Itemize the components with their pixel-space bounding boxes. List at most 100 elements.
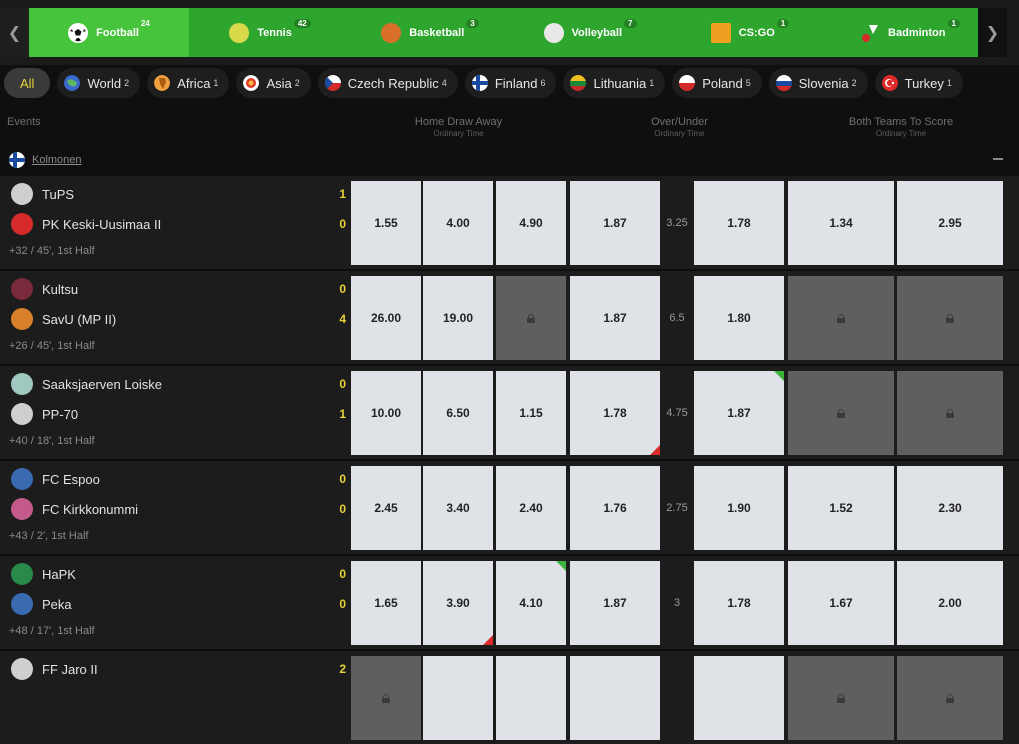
odds-button[interactable]: 26.00 bbox=[351, 276, 421, 360]
odds-button[interactable] bbox=[423, 656, 493, 740]
filter-chip-czech-republic[interactable]: Czech Republic 4 bbox=[317, 68, 458, 98]
scroll-left-arrow-icon[interactable]: ❮ bbox=[0, 8, 29, 57]
odds-button[interactable]: 1.78 bbox=[570, 371, 660, 455]
team-logo-icon bbox=[11, 213, 33, 235]
odds-button[interactable]: 1.67 bbox=[788, 561, 894, 645]
odds-button[interactable]: 6.50 bbox=[423, 371, 493, 455]
score: 0 bbox=[339, 377, 346, 391]
basketball-icon bbox=[381, 22, 402, 43]
odds-value: 1.15 bbox=[519, 406, 543, 420]
sport-count-badge: 24 bbox=[140, 19, 150, 28]
match-status: +43 / 2', 1st Half bbox=[9, 530, 89, 542]
odds-button[interactable]: 2.40 bbox=[496, 466, 566, 550]
odds-value: 1.52 bbox=[829, 501, 853, 515]
odds-button[interactable]: 1.87 bbox=[570, 276, 660, 360]
odds-button[interactable]: 1.87 bbox=[570, 181, 660, 265]
odds-value: 2.95 bbox=[938, 216, 962, 230]
odds-decrease-indicator bbox=[483, 635, 493, 645]
over-under-line: 3.25 bbox=[666, 217, 688, 229]
filter-chip-finland[interactable]: Finland 6 bbox=[464, 68, 557, 98]
odds-button[interactable] bbox=[496, 656, 566, 740]
odds-value: 4.00 bbox=[446, 216, 470, 230]
sport-tab-basketball[interactable]: Basketball 3 bbox=[351, 8, 509, 57]
odds-button[interactable]: 1.15 bbox=[496, 371, 566, 455]
odds-button[interactable]: 1.90 bbox=[694, 466, 784, 550]
odds-button[interactable]: 1.80 bbox=[694, 276, 784, 360]
sport-tab-label: Badminton bbox=[888, 26, 946, 39]
odds-button[interactable]: 1.55 bbox=[351, 181, 421, 265]
sport-tab-football[interactable]: Football 24 bbox=[29, 8, 189, 57]
team-name-label: Peka bbox=[42, 596, 72, 612]
odds-value: 6.50 bbox=[446, 406, 470, 420]
filter-chip-label: Czech Republic bbox=[347, 75, 439, 91]
odds-button[interactable]: 3.40 bbox=[423, 466, 493, 550]
odds-button[interactable]: 1.78 bbox=[694, 561, 784, 645]
team-name-label: HaPK bbox=[42, 566, 76, 582]
odds-button[interactable]: 2.45 bbox=[351, 466, 421, 550]
odds-button[interactable]: 1.76 bbox=[570, 466, 660, 550]
cz-flag-icon bbox=[324, 75, 341, 91]
scroll-right-arrow-icon[interactable]: ❯ bbox=[978, 8, 1007, 57]
event-row[interactable]: HaPK Peka 0 0 +48 / 17', 1st Half 1.65 3.90 4.1… bbox=[0, 554, 1019, 649]
odds-value: 10.00 bbox=[370, 406, 402, 420]
odds-button[interactable]: 1.87 bbox=[570, 561, 660, 645]
lock-icon bbox=[837, 313, 845, 323]
odds-button[interactable]: 4.10 bbox=[496, 561, 566, 645]
odds-button[interactable] bbox=[351, 656, 421, 740]
score: 0 bbox=[339, 282, 346, 296]
event-row[interactable]: Kultsu SavU (MP II) 0 4 +26 / 45', 1st Half 2… bbox=[0, 269, 1019, 364]
league-name-link[interactable]: Kolmonen bbox=[32, 154, 82, 166]
sport-tab-csgo[interactable]: CS:GO 1 bbox=[671, 8, 829, 57]
filter-chip-slovenia[interactable]: Slovenia 2 bbox=[768, 68, 868, 98]
odds-button[interactable]: 1.34 bbox=[788, 181, 894, 265]
sport-count-badge: 1 bbox=[776, 19, 790, 28]
sport-tab-volleyball[interactable]: Volleyball 7 bbox=[511, 8, 669, 57]
filter-chip-poland[interactable]: Poland 5 bbox=[672, 68, 762, 98]
sport-tab-tennis[interactable]: Tennis 42 bbox=[191, 8, 349, 57]
sport-tab-badminton[interactable]: Badminton 1 bbox=[831, 8, 989, 57]
filter-chip-count: 4 bbox=[441, 78, 447, 88]
odds-button[interactable]: 1.87 bbox=[694, 371, 784, 455]
odds-button[interactable]: 4.00 bbox=[423, 181, 493, 265]
sport-tab-label: Football bbox=[96, 26, 139, 39]
filter-chip-lithuania[interactable]: Lithuania 1 bbox=[563, 68, 666, 98]
team-logo-icon bbox=[11, 658, 33, 680]
filter-chip-africa[interactable]: Africa 1 bbox=[147, 68, 230, 98]
odds-button[interactable]: 2.00 bbox=[897, 561, 1003, 645]
event-row[interactable]: TuPS PK Keski-Uusimaa II 1 0 +32 / 45', 1st … bbox=[0, 174, 1019, 269]
odds-button[interactable] bbox=[496, 276, 566, 360]
team-logo-icon bbox=[11, 183, 33, 205]
odds-button[interactable]: 10.00 bbox=[351, 371, 421, 455]
match-status: +26 / 45', 1st Half bbox=[9, 340, 95, 352]
event-row[interactable]: FC Espoo FC Kirkkonummi 0 0 +43 / 2', 1st Ha… bbox=[0, 459, 1019, 554]
odds-button[interactable] bbox=[897, 276, 1003, 360]
odds-button[interactable]: 3.90 bbox=[423, 561, 493, 645]
filter-chip-all[interactable]: All bbox=[4, 68, 51, 98]
odds-button[interactable] bbox=[788, 371, 894, 455]
sport-tab-label: CS:GO bbox=[738, 26, 775, 39]
odds-button[interactable]: 1.78 bbox=[694, 181, 784, 265]
odds-button[interactable]: 2.30 bbox=[897, 466, 1003, 550]
team-logo-icon bbox=[11, 308, 33, 330]
filter-chip-asia[interactable]: Asia 2 bbox=[236, 68, 311, 98]
event-row[interactable]: Saaksjaerven Loiske PP-70 0 1 +40 / 18', 1st… bbox=[0, 364, 1019, 459]
filter-chip-count: 2 bbox=[294, 78, 300, 88]
team-logo-icon bbox=[11, 498, 33, 520]
odds-button[interactable] bbox=[788, 656, 894, 740]
odds-button[interactable]: 2.95 bbox=[897, 181, 1003, 265]
region-filter-bar: All World 2 Africa 1 Asia 2 Czech Republic 4 Finl… bbox=[4, 68, 963, 98]
event-row[interactable]: FF Jaro II 2 bbox=[0, 649, 1019, 744]
filter-chip-world[interactable]: World 2 bbox=[57, 68, 141, 98]
odds-button[interactable] bbox=[788, 276, 894, 360]
odds-button[interactable]: 4.90 bbox=[496, 181, 566, 265]
odds-button[interactable] bbox=[694, 656, 784, 740]
team-name-label: TuPS bbox=[42, 186, 75, 202]
odds-button[interactable]: 19.00 bbox=[423, 276, 493, 360]
filter-chip-turkey[interactable]: Turkey 1 bbox=[874, 68, 963, 98]
odds-button[interactable] bbox=[897, 371, 1003, 455]
odds-button[interactable] bbox=[897, 656, 1003, 740]
odds-button[interactable]: 1.52 bbox=[788, 466, 894, 550]
odds-button[interactable]: 1.65 bbox=[351, 561, 421, 645]
collapse-icon[interactable] bbox=[993, 158, 1003, 160]
odds-button[interactable] bbox=[570, 656, 660, 740]
